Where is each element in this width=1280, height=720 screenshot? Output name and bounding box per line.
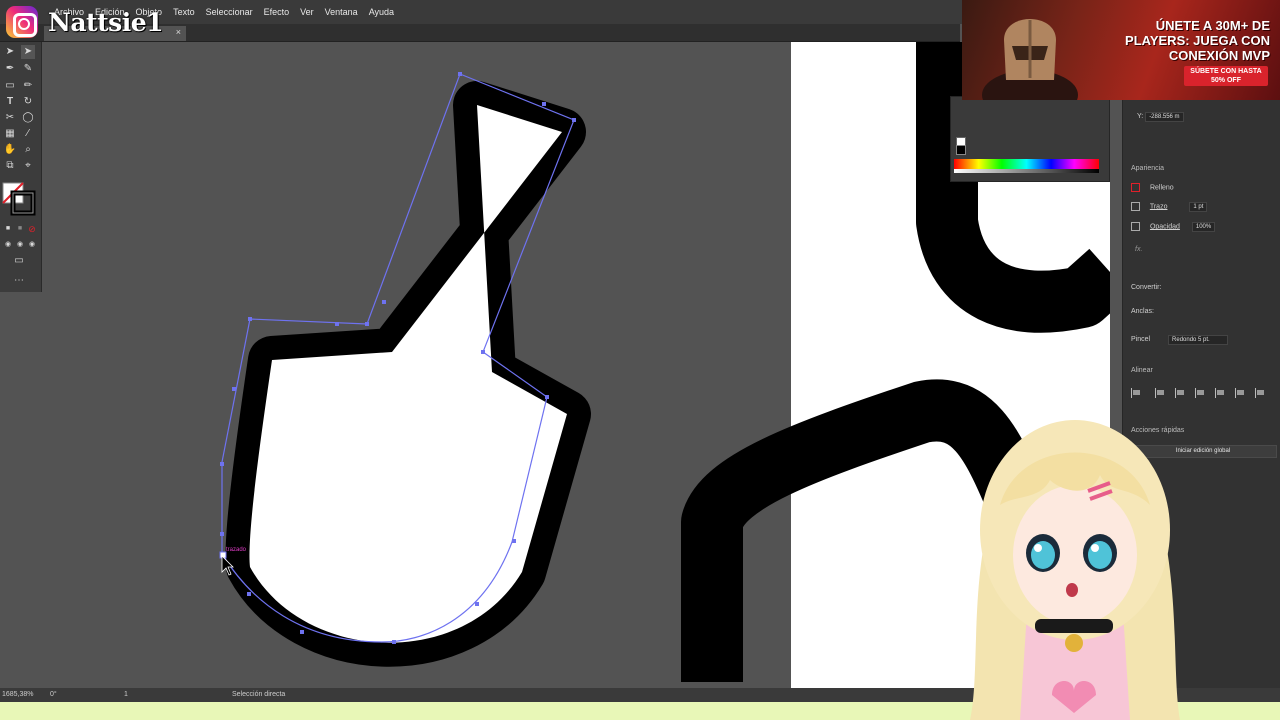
type-tool-icon[interactable]: T bbox=[3, 95, 17, 109]
stroke-weight-input[interactable]: 1 pt bbox=[1189, 202, 1208, 213]
align-bottom-icon[interactable] bbox=[1255, 388, 1265, 398]
menu-type[interactable]: Texto bbox=[173, 7, 195, 17]
graph-tool-icon[interactable]: ▦ bbox=[3, 127, 17, 141]
menu-effect[interactable]: Efecto bbox=[264, 7, 290, 17]
convert-label: Convertir: bbox=[1131, 284, 1162, 291]
selection-tool-icon[interactable]: ➤ bbox=[3, 45, 17, 59]
color-spectrum[interactable] bbox=[954, 159, 1099, 173]
instagram-icon bbox=[6, 6, 38, 38]
none-mode-icon[interactable]: ⊘ bbox=[25, 222, 39, 236]
artboard-number[interactable]: 1 bbox=[124, 691, 128, 698]
fill-stroke-swatch[interactable] bbox=[2, 182, 36, 216]
current-tool-label: Selección directa bbox=[232, 691, 286, 698]
lasso-tool-icon[interactable]: ◯ bbox=[21, 111, 35, 125]
brush-label: Pincel bbox=[1131, 336, 1151, 343]
appearance-heading: Apariencia bbox=[1131, 165, 1165, 172]
zoom-level[interactable]: 1685,38% bbox=[2, 691, 34, 698]
artboard-tool-icon[interactable]: ⧉ bbox=[3, 159, 17, 173]
slice-tool-icon[interactable]: ⌖ bbox=[21, 159, 35, 173]
fill-label: Relleno bbox=[1149, 184, 1174, 192]
fill-none-icon[interactable] bbox=[1131, 183, 1140, 192]
more-tools-icon[interactable]: ⋯ bbox=[12, 274, 26, 288]
illustrator-window: Archivo Edición Objeto Texto Seleccionar… bbox=[0, 0, 1280, 720]
curvature-tool-icon[interactable]: ✎ bbox=[21, 62, 35, 76]
anchors-label: Anclas: bbox=[1131, 308, 1154, 315]
knight-helmet-icon bbox=[982, 19, 1078, 100]
ad-cta-button[interactable]: SÚBETE CON HASTA 50% OFF bbox=[1184, 66, 1268, 86]
fx-button[interactable]: fx. bbox=[1135, 246, 1142, 253]
pen-tool-icon[interactable]: ✒ bbox=[3, 62, 17, 76]
direct-selection-tool-icon[interactable]: ➤ bbox=[21, 45, 35, 59]
rectangle-tool-icon[interactable]: ▭ bbox=[3, 79, 17, 93]
vtuber-avatar bbox=[970, 420, 1180, 720]
color-panel bbox=[950, 96, 1110, 182]
stroke-color-swatch[interactable] bbox=[956, 145, 966, 155]
align-top-icon[interactable] bbox=[1215, 388, 1225, 398]
rotate-tool-icon[interactable]: ↻ bbox=[21, 95, 35, 109]
screen-mode-icon[interactable]: ▭ bbox=[12, 254, 26, 268]
menu-help[interactable]: Ayuda bbox=[369, 7, 394, 17]
stroke-swatch-icon[interactable] bbox=[1131, 202, 1140, 211]
ad-headline: ÚNETE A 30M+ DE PLAYERS: JUEGA CON CONEX… bbox=[1125, 18, 1270, 63]
brush-select[interactable]: Redondo 5 pt. bbox=[1168, 335, 1229, 345]
zoom-tool-icon[interactable]: ⌕ bbox=[21, 143, 35, 157]
opacity-input[interactable]: 100% bbox=[1191, 222, 1216, 233]
align-middle-icon[interactable] bbox=[1235, 388, 1245, 398]
advertisement-banner[interactable]: ÚNETE A 30M+ DE PLAYERS: JUEGA CON CONEX… bbox=[962, 0, 1280, 100]
eyedropper-tool-icon[interactable]: ⁄ bbox=[21, 127, 35, 141]
align-heading: Alinear bbox=[1131, 367, 1153, 374]
rotation-value[interactable]: 0° bbox=[50, 691, 57, 698]
paintbrush-tool-icon[interactable]: ✏ bbox=[21, 79, 35, 93]
scissors-tool-icon[interactable]: ✂ bbox=[3, 111, 17, 125]
y-label: Y: bbox=[1137, 113, 1144, 120]
menu-view[interactable]: Ver bbox=[300, 7, 314, 17]
menu-window[interactable]: Ventana bbox=[325, 7, 358, 17]
anchor-hint-label: trazado bbox=[226, 547, 247, 553]
streamer-branding: Nattsie1 bbox=[6, 6, 164, 38]
y-input[interactable]: -288.556 m bbox=[1145, 112, 1184, 122]
streamer-handle: Nattsie1 bbox=[48, 7, 164, 37]
hand-tool-icon[interactable]: ✋ bbox=[3, 143, 17, 157]
close-tab-icon[interactable]: × bbox=[176, 27, 181, 37]
draw-inside-icon[interactable]: ◉ bbox=[25, 238, 39, 252]
menu-select[interactable]: Seleccionar bbox=[206, 7, 253, 17]
tools-panel: ➤ ➤ ✒ ✎ ▭ ✏ T ↻ ✂ ◯ ▦ ⁄ ✋ ⌕ ⧉ ⌖ ■ ■ ⊘ ◉ … bbox=[0, 42, 42, 292]
opacity-label[interactable]: Opacidad bbox=[1150, 223, 1180, 230]
stroke-label[interactable]: Trazo bbox=[1150, 203, 1168, 210]
opacity-icon bbox=[1131, 222, 1140, 231]
